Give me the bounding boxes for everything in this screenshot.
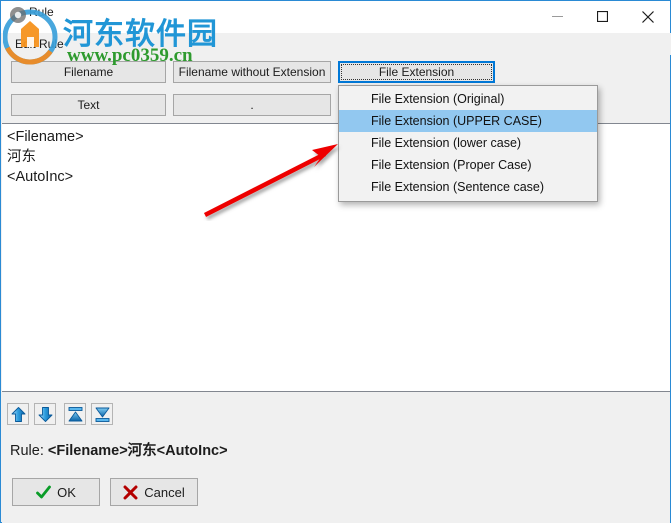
move-down-button[interactable] bbox=[34, 403, 56, 425]
close-icon bbox=[641, 10, 654, 23]
token-button-2[interactable]: File Extension bbox=[338, 61, 495, 83]
arrow-to-top-icon bbox=[68, 406, 82, 421]
arrow-down-icon bbox=[38, 406, 52, 422]
close-button[interactable] bbox=[625, 1, 670, 32]
tab-strip: Edit Rule bbox=[2, 33, 671, 55]
arrow-to-bottom-icon bbox=[95, 407, 109, 422]
reorder-toolbar bbox=[2, 391, 670, 431]
window-title: Rule bbox=[29, 5, 54, 19]
dialog-footer: OK Cancel bbox=[2, 469, 670, 523]
rule-dialog-window: Rule Edit Rule Filename Filename without… bbox=[0, 0, 671, 523]
dropdown-item-2[interactable]: File Extension (lower case) bbox=[339, 132, 597, 154]
dropdown-item-3[interactable]: File Extension (Proper Case) bbox=[339, 154, 597, 176]
window-controls bbox=[535, 1, 670, 33]
token-button-1[interactable]: Filename without Extension bbox=[173, 61, 331, 83]
minimize-button[interactable] bbox=[535, 1, 580, 32]
token-button-label: . bbox=[250, 98, 254, 112]
ok-button[interactable]: OK bbox=[12, 478, 100, 506]
arrow-up-icon bbox=[11, 406, 25, 422]
rule-summary-prefix: Rule: bbox=[10, 443, 48, 459]
cancel-button[interactable]: Cancel bbox=[110, 478, 198, 506]
token-button-label: Filename without Extension bbox=[178, 65, 326, 79]
check-icon bbox=[36, 485, 51, 498]
dropdown-item-4[interactable]: File Extension (Sentence case) bbox=[339, 176, 597, 198]
ok-button-label: OK bbox=[57, 484, 76, 500]
rule-summary-bar: Rule: <Filename>河东<AutoInc> bbox=[2, 431, 670, 469]
move-to-bottom-button[interactable] bbox=[91, 403, 113, 425]
token-button-3[interactable]: Text bbox=[11, 94, 166, 116]
dropdown-item-1[interactable]: File Extension (UPPER CASE) bbox=[339, 110, 597, 132]
token-button-0[interactable]: Filename bbox=[11, 61, 166, 83]
rule-summary-value: <Filename>河东<AutoInc> bbox=[47, 443, 228, 459]
token-button-label: Text bbox=[77, 98, 100, 112]
cancel-button-label: Cancel bbox=[144, 484, 185, 500]
minimize-icon bbox=[552, 16, 563, 17]
rule-summary: Rule: <Filename>河东<AutoInc> bbox=[10, 439, 228, 460]
token-button-4[interactable]: . bbox=[173, 94, 331, 116]
title-bar: Rule bbox=[1, 1, 670, 33]
token-button-label: File Extension bbox=[378, 65, 455, 79]
tab-edit-rule[interactable]: Edit Rule bbox=[7, 35, 72, 54]
cross-icon bbox=[123, 485, 138, 499]
maximize-button[interactable] bbox=[580, 1, 625, 32]
token-button-label: Filename bbox=[63, 65, 114, 79]
dropdown-item-0[interactable]: File Extension (Original) bbox=[339, 88, 597, 110]
file-extension-dropdown-menu[interactable]: File Extension (Original) File Extension … bbox=[338, 85, 598, 202]
move-up-button[interactable] bbox=[7, 403, 29, 425]
move-to-top-button[interactable] bbox=[64, 403, 86, 425]
maximize-icon bbox=[597, 11, 608, 22]
